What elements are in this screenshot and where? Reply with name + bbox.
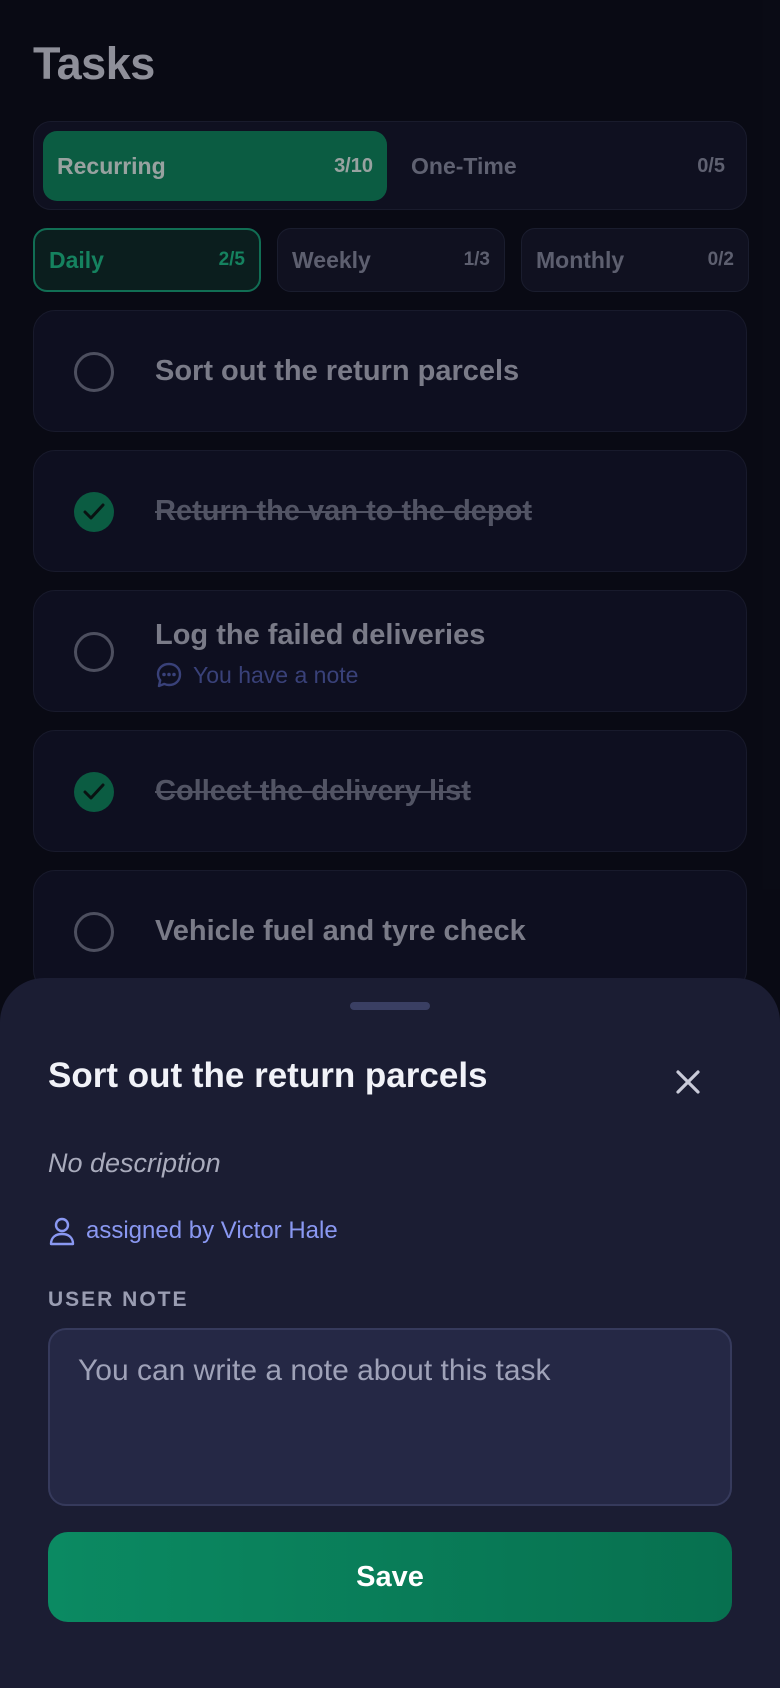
close-button[interactable] <box>668 1062 708 1102</box>
assigned-by: assigned by Victor Hale <box>48 1216 338 1246</box>
sheet-title: Sort out the return parcels <box>48 1056 488 1095</box>
assigned-by-text: assigned by Victor Hale <box>86 1217 338 1244</box>
user-icon <box>49 1217 75 1246</box>
sheet-drag-handle[interactable] <box>350 1002 430 1010</box>
tasks-screen: Tasks Recurring 3/10 One-Time 0/5 Daily … <box>0 0 780 1688</box>
user-note-input[interactable] <box>48 1328 732 1506</box>
save-button[interactable]: Save <box>48 1532 732 1622</box>
task-detail-sheet: Sort out the return parcels No descripti… <box>0 978 780 1688</box>
user-note-label: USER NOTE <box>48 1288 189 1311</box>
task-description: No description <box>48 1148 221 1178</box>
close-icon <box>676 1070 700 1094</box>
